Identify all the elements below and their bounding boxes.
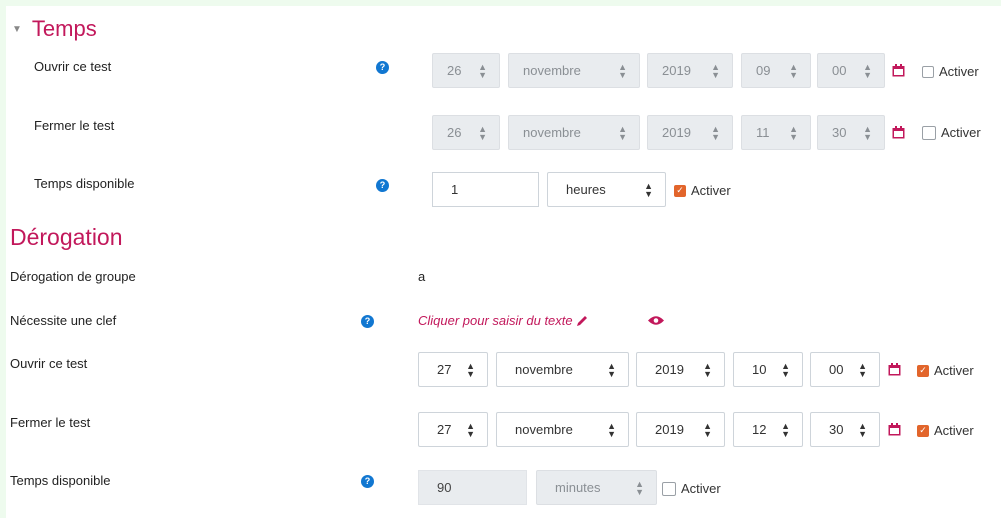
checkbox-checked: ✓	[674, 184, 686, 197]
quiz-settings-form: ▼ Temps Ouvrir ce test ? 26 ▲ ▼ novembre ▲ ▼…	[6, 6, 1001, 518]
eye-icon[interactable]	[648, 315, 664, 326]
help-icon[interactable]: ?	[361, 475, 374, 488]
open-label: Ouvrir ce test	[34, 59, 112, 74]
sort-arrow-icon: ▲ ▼	[781, 420, 790, 439]
open-hour-select[interactable]: 09 ▲ ▼	[741, 53, 811, 88]
sort-arrow-icon: ▲ ▼	[858, 360, 867, 379]
override-time-limit-unit-select[interactable]: minutes ▲ ▼	[536, 470, 657, 505]
override-open-month-select[interactable]: novembre ▲ ▼	[496, 352, 629, 387]
sort-arrow-icon: ▲ ▼	[789, 61, 798, 80]
open-month-select[interactable]: novembre ▲ ▼	[508, 53, 640, 88]
close-label: Fermer le test	[34, 118, 115, 133]
override-time-limit-input[interactable]: 90	[418, 470, 527, 505]
open-minute-select[interactable]: 00 ▲ ▼	[817, 53, 885, 88]
override-close-day-select[interactable]: 27 ▲ ▼	[418, 412, 488, 447]
sort-arrow-icon: ▲ ▼	[466, 360, 475, 379]
sort-arrow-icon: ▲ ▼	[789, 123, 798, 142]
sort-arrow-icon: ▲ ▼	[858, 420, 867, 439]
close-activer-checkbox[interactable]: Activer	[922, 125, 981, 140]
override-open-day-select[interactable]: 27 ▲ ▼	[418, 352, 488, 387]
checkbox-box	[922, 65, 934, 78]
temps-heading: Temps	[31, 16, 97, 41]
sort-arrow-icon: ▲ ▼	[478, 123, 487, 142]
caret-down-icon: ▼	[12, 23, 22, 35]
time-limit-input[interactable]: 1	[432, 172, 539, 207]
sort-arrow-icon: ▲ ▼	[635, 478, 644, 497]
calendar-icon[interactable]	[888, 423, 901, 436]
help-icon[interactable]: ?	[376, 61, 389, 74]
override-open-hour-select[interactable]: 10 ▲ ▼	[733, 352, 803, 387]
sort-arrow-icon: ▲ ▼	[781, 360, 790, 379]
close-hour-select[interactable]: 11 ▲ ▼	[741, 115, 811, 150]
group-override-value: a	[418, 269, 426, 284]
sort-arrow-icon: ▲ ▼	[607, 360, 616, 379]
checkbox-checked: ✓	[917, 424, 929, 437]
help-icon[interactable]: ?	[376, 179, 389, 192]
time-limit-label: Temps disponible	[34, 176, 135, 191]
close-day-select[interactable]: 26 ▲ ▼	[432, 115, 500, 150]
override-open-year-select[interactable]: 2019 ▲ ▼	[636, 352, 725, 387]
password-label: Nécessite une clef	[10, 313, 117, 328]
sort-arrow-icon: ▲ ▼	[711, 61, 720, 80]
override-close-label: Fermer le test	[10, 415, 91, 430]
pencil-icon	[576, 316, 587, 326]
sort-arrow-icon: ▲ ▼	[607, 420, 616, 439]
calendar-icon[interactable]	[892, 126, 905, 139]
override-time-limit-label: Temps disponible	[10, 473, 111, 488]
override-time-limit-activer-checkbox[interactable]: Activer	[662, 481, 721, 496]
override-close-minute-select[interactable]: 30 ▲ ▼	[810, 412, 880, 447]
sort-arrow-icon: ▲ ▼	[711, 123, 720, 142]
sort-arrow-icon: ▲ ▼	[703, 360, 712, 379]
time-limit-activer-checkbox[interactable]: ✓ Activer	[674, 183, 731, 198]
override-open-label: Ouvrir ce test	[10, 356, 88, 371]
checkbox-box	[662, 481, 676, 496]
override-close-month-select[interactable]: novembre ▲ ▼	[496, 412, 629, 447]
calendar-icon[interactable]	[892, 64, 905, 77]
group-override-label: Dérogation de groupe	[10, 269, 136, 284]
sort-arrow-icon: ▲ ▼	[466, 420, 475, 439]
override-open-minute-select[interactable]: 00 ▲ ▼	[810, 352, 880, 387]
help-icon[interactable]: ?	[361, 315, 374, 328]
password-edit-link[interactable]: Cliquer pour saisir du texte	[418, 313, 589, 328]
calendar-icon[interactable]	[888, 363, 901, 376]
sort-arrow-icon: ▲ ▼	[618, 61, 627, 80]
override-close-activer-checkbox[interactable]: ✓ Activer	[917, 423, 974, 438]
close-month-select[interactable]: novembre ▲ ▼	[508, 115, 640, 150]
derogation-heading: Dérogation	[10, 224, 123, 250]
sort-arrow-icon: ▲ ▼	[863, 123, 872, 142]
checkbox-checked: ✓	[917, 364, 929, 377]
close-minute-select[interactable]: 30 ▲ ▼	[817, 115, 885, 150]
override-close-year-select[interactable]: 2019 ▲ ▼	[636, 412, 725, 447]
sort-arrow-icon: ▲ ▼	[618, 123, 627, 142]
open-year-select[interactable]: 2019 ▲ ▼	[647, 53, 733, 88]
checkbox-box	[922, 125, 936, 140]
time-limit-unit-select[interactable]: heures ▲ ▼	[547, 172, 666, 207]
override-open-activer-checkbox[interactable]: ✓ Activer	[917, 363, 974, 378]
sort-arrow-icon: ▲ ▼	[863, 61, 872, 80]
temps-section-toggle[interactable]: ▼ Temps	[12, 16, 97, 42]
open-day-select[interactable]: 26 ▲ ▼	[432, 53, 500, 88]
sort-arrow-icon: ▲ ▼	[644, 180, 653, 199]
override-close-hour-select[interactable]: 12 ▲ ▼	[733, 412, 803, 447]
close-year-select[interactable]: 2019 ▲ ▼	[647, 115, 733, 150]
sort-arrow-icon: ▲ ▼	[703, 420, 712, 439]
open-activer-checkbox[interactable]: Activer	[922, 64, 979, 79]
sort-arrow-icon: ▲ ▼	[478, 61, 487, 80]
